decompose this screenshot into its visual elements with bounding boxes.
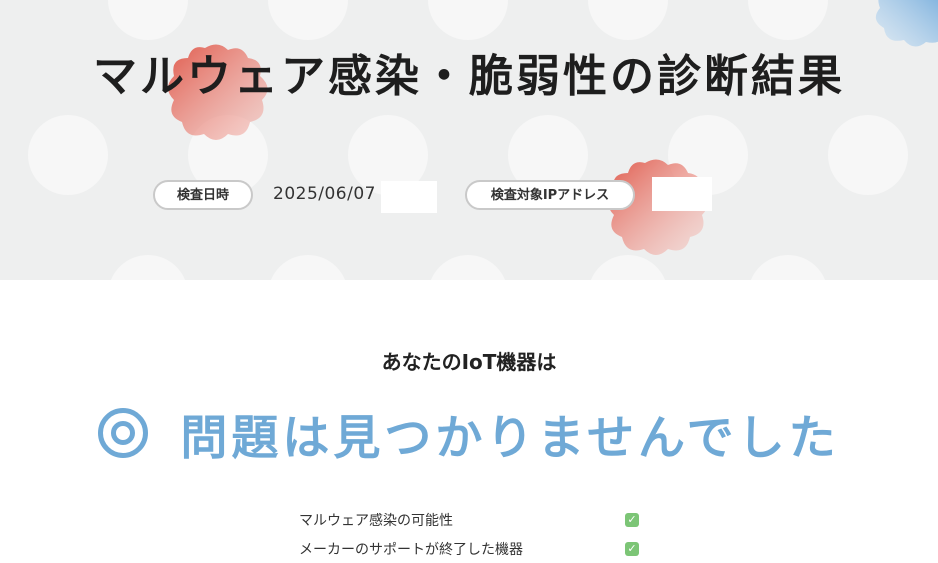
checkmark-icon: ✓ [625, 541, 639, 556]
background-dot [428, 255, 508, 280]
background-dot [268, 255, 348, 280]
inspection-date-value: 2025/06/07 [273, 184, 376, 204]
check-item-label: メーカーのサポートが終了した機器 [299, 541, 523, 558]
check-list: マルウェア感染の可能性 ✓ メーカーのサポートが終了した機器 ✓ [299, 505, 639, 563]
background-dot [108, 0, 188, 40]
check-item-label: マルウェア感染の可能性 [299, 512, 453, 529]
redacted-time-box [381, 181, 437, 213]
checkmark-icon: ✓ [625, 512, 639, 527]
result-subtitle: あなたのIoT機器は [381, 350, 557, 374]
background-dot [428, 0, 508, 40]
target-ip-value [652, 177, 712, 211]
background-dot [268, 0, 348, 40]
background-dot [828, 115, 908, 195]
background-dot [28, 115, 108, 195]
double-circle-icon [98, 408, 149, 458]
background-dot [748, 0, 828, 40]
inspection-date-label: 検査日時 [153, 180, 253, 210]
decorative-red-blob [608, 159, 708, 255]
background-dot [588, 0, 668, 40]
target-ip-label: 検査対象IPアドレス [465, 180, 635, 210]
check-item-eol-device: メーカーのサポートが終了した機器 ✓ [299, 534, 639, 563]
background-dot [108, 255, 188, 280]
page-title: マルウェア感染・脆弱性の診断結果 [93, 51, 845, 102]
background-dot [748, 255, 828, 280]
result-message: 問題は見つかりませんでした [180, 410, 840, 466]
hero-section: マルウェア感染・脆弱性の診断結果 検査日時 2025/06/07 検査対象IPア… [0, 0, 938, 280]
check-item-malware: マルウェア感染の可能性 ✓ [299, 505, 639, 534]
result-banner: 問題は見つかりませんでした [0, 398, 938, 468]
